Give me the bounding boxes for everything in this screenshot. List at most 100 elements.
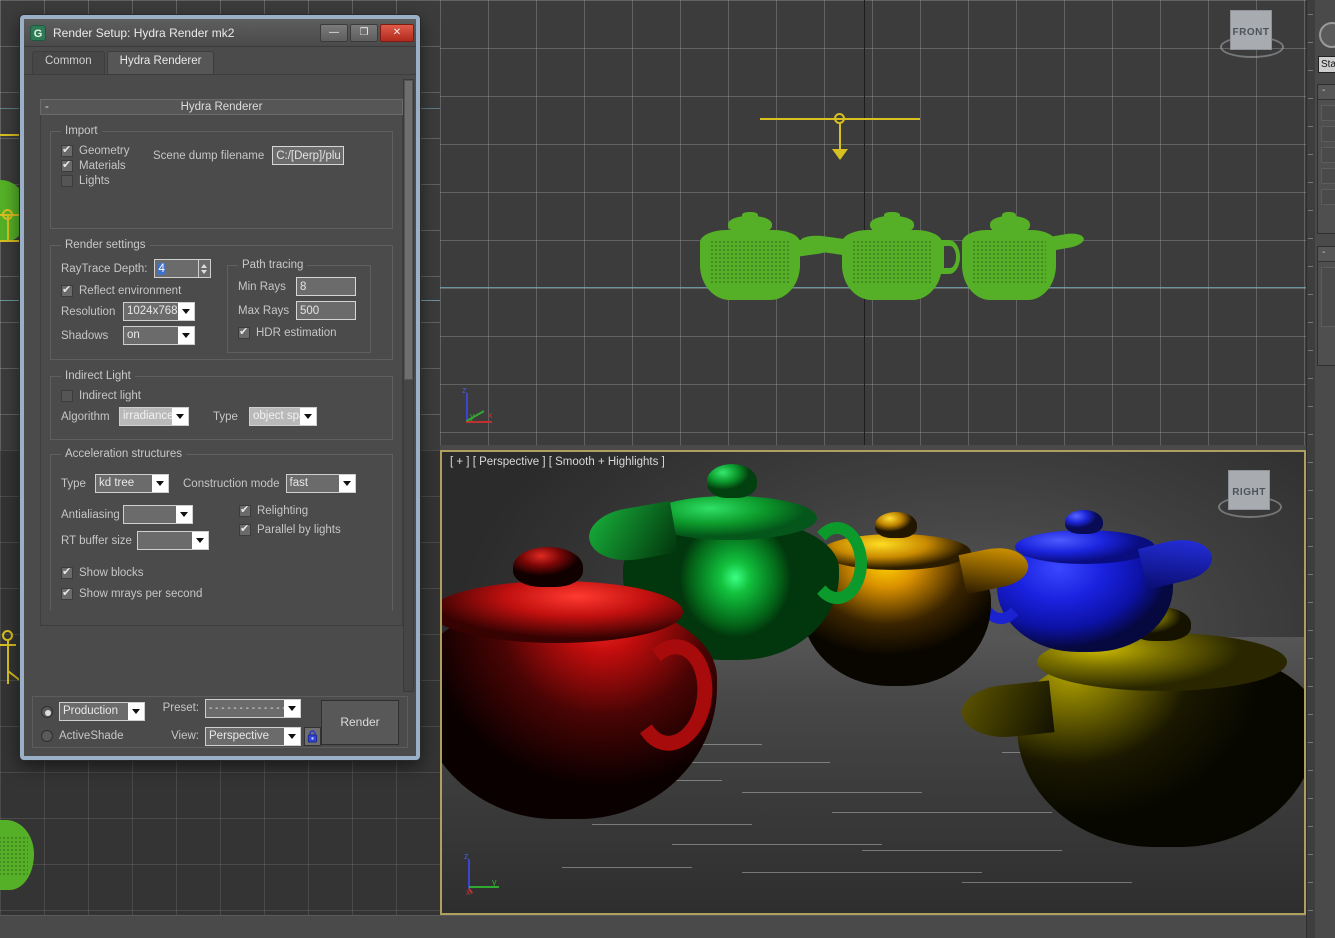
group-indirect-light-legend: Indirect Light: [61, 370, 135, 382]
resolution-label: Resolution: [61, 306, 123, 318]
rendered-teapot-red[interactable]: [440, 547, 747, 837]
rendered-teapot-blue[interactable]: [987, 502, 1207, 662]
checkbox-box[interactable]: [61, 160, 73, 172]
rollout-hydra-renderer[interactable]: - Hydra Renderer Import Geometry: [40, 99, 403, 626]
algorithm-label: Algorithm: [61, 411, 119, 423]
construction-mode-label: Construction mode: [183, 478, 280, 490]
checkbox-label: Materials: [79, 160, 126, 172]
viewport-front[interactable]: FRONT z y x: [440, 0, 1306, 445]
chevron-down-icon[interactable]: [178, 303, 194, 320]
maximize-button[interactable]: ❐: [350, 24, 378, 42]
window-buttons[interactable]: — ❐ ✕: [320, 24, 414, 42]
chevron-down-icon[interactable]: [178, 327, 194, 344]
checkbox-box[interactable]: [238, 327, 250, 339]
resolution-dropdown[interactable]: 1024x768: [123, 302, 195, 321]
checkbox-show-mrays[interactable]: Show mrays per second: [61, 588, 202, 600]
tab-common[interactable]: Common: [32, 51, 105, 74]
checkbox-show-blocks[interactable]: Show blocks: [61, 567, 144, 579]
dialog-scrollbar[interactable]: [403, 79, 414, 692]
radio-production[interactable]: [41, 706, 53, 718]
checkbox-box[interactable]: [61, 285, 73, 297]
chevron-down-icon[interactable]: [284, 700, 300, 717]
accel-type-dropdown[interactable]: kd tree: [95, 474, 169, 493]
rollout-parameters[interactable]: -: [1317, 246, 1335, 366]
shadows-dropdown[interactable]: on: [123, 326, 195, 345]
rt-buffer-dropdown[interactable]: [137, 531, 209, 550]
min-rays-input[interactable]: 8: [296, 277, 356, 296]
checkbox-parallel-by-lights[interactable]: Parallel by lights: [239, 524, 341, 536]
padlock-icon[interactable]: [304, 727, 321, 746]
render-button[interactable]: Render: [321, 700, 399, 745]
chevron-down-icon[interactable]: [192, 532, 208, 549]
command-panel[interactable]: Sta - -: [1306, 0, 1335, 938]
raytrace-depth-label: RayTrace Depth:: [61, 263, 148, 275]
raytrace-depth-spinner[interactable]: 4: [154, 259, 211, 278]
collapse-glyph[interactable]: -: [45, 100, 49, 115]
chevron-down-icon[interactable]: [284, 728, 300, 745]
viewcube-front[interactable]: FRONT: [1220, 4, 1284, 68]
spinner-arrows[interactable]: [198, 259, 211, 278]
dialog-tabs[interactable]: Common Hydra Renderer: [24, 51, 416, 75]
rollout-modifier-list[interactable]: -: [1317, 84, 1335, 234]
rollout-header[interactable]: -: [1318, 247, 1335, 262]
checkbox-relighting[interactable]: Relighting: [239, 505, 308, 517]
checkbox-box[interactable]: [61, 390, 73, 402]
algorithm-dropdown[interactable]: irradiance: [119, 407, 189, 426]
tab-hydra-renderer[interactable]: Hydra Renderer: [107, 51, 215, 74]
antialiasing-label: Antialiasing: [61, 509, 123, 521]
close-button[interactable]: ✕: [380, 24, 414, 42]
chevron-down-icon[interactable]: [339, 475, 355, 492]
color-swatch-button[interactable]: [1319, 22, 1335, 48]
checkbox-indirect-light[interactable]: Indirect light: [61, 390, 141, 402]
ruler: [1307, 0, 1315, 938]
indirect-type-dropdown[interactable]: object spa: [249, 407, 317, 426]
view-dropdown[interactable]: Perspective: [205, 727, 301, 746]
chevron-down-icon[interactable]: [172, 408, 188, 425]
object-name-field[interactable]: Sta: [1318, 56, 1335, 73]
antialiasing-dropdown[interactable]: [123, 505, 193, 524]
chevron-down-icon[interactable]: [176, 506, 192, 523]
max-rays-input[interactable]: 500: [296, 301, 356, 320]
rollout-header[interactable]: - Hydra Renderer: [40, 99, 403, 115]
construction-mode-dropdown[interactable]: fast: [286, 474, 356, 493]
checkbox-label: Relighting: [257, 505, 308, 517]
scene-dump-filename-input[interactable]: C:/[Derp]/plu: [272, 146, 344, 165]
chevron-down-icon[interactable]: [128, 703, 144, 720]
chevron-down-icon[interactable]: [300, 408, 316, 425]
scrollbar-thumb[interactable]: [404, 80, 413, 380]
group-import-legend: Import: [61, 125, 102, 137]
checkbox-hdr-estimation[interactable]: HDR estimation: [238, 327, 337, 339]
checkbox-box[interactable]: [61, 567, 73, 579]
activeshade-label: ActiveShade: [59, 730, 124, 742]
viewcube-label[interactable]: FRONT: [1230, 10, 1272, 50]
checkbox-lights[interactable]: Lights: [61, 175, 110, 187]
viewcube-right[interactable]: RIGHT: [1218, 464, 1282, 528]
raytrace-depth-input[interactable]: 4: [154, 259, 198, 278]
group-render-settings-legend: Render settings: [61, 239, 150, 251]
group-indirect-light: Indirect Light Indirect light Algorithm …: [50, 370, 393, 440]
viewport-perspective[interactable]: RIGHT z y x: [440, 450, 1306, 915]
render-setup-dialog[interactable]: G Render Setup: Hydra Render mk2 — ❐ ✕ C…: [20, 15, 420, 760]
checkbox-geometry[interactable]: Geometry: [61, 145, 130, 157]
rollout-header[interactable]: -: [1318, 85, 1335, 100]
axis-tripod-perspective: z y x: [460, 851, 506, 897]
construction-mode-value: fast: [287, 475, 339, 492]
minimize-button[interactable]: —: [320, 24, 348, 42]
accel-type-value: kd tree: [96, 475, 152, 492]
checkbox-box[interactable]: [61, 175, 73, 187]
checkbox-materials[interactable]: Materials: [61, 160, 126, 172]
chevron-down-icon[interactable]: [152, 475, 168, 492]
axis-tripod-front: z y x: [458, 385, 504, 431]
axis-label-z: z: [462, 385, 467, 395]
radio-activeshade[interactable]: [41, 730, 53, 742]
checkbox-box[interactable]: [61, 145, 73, 157]
checkbox-box[interactable]: [61, 588, 73, 600]
viewcube-label[interactable]: RIGHT: [1228, 470, 1270, 510]
mode-dropdown[interactable]: Production: [59, 702, 145, 721]
checkbox-box[interactable]: [239, 524, 251, 536]
checkbox-reflect-environment[interactable]: Reflect environment: [61, 285, 181, 297]
checkbox-box[interactable]: [239, 505, 251, 517]
preset-dropdown[interactable]: - - - - - - - - - - - - - - - - - -: [205, 699, 301, 718]
group-acceleration-structures: Acceleration structures Type kd tree Con…: [50, 448, 393, 611]
dialog-titlebar[interactable]: G Render Setup: Hydra Render mk2 — ❐ ✕: [24, 19, 416, 47]
